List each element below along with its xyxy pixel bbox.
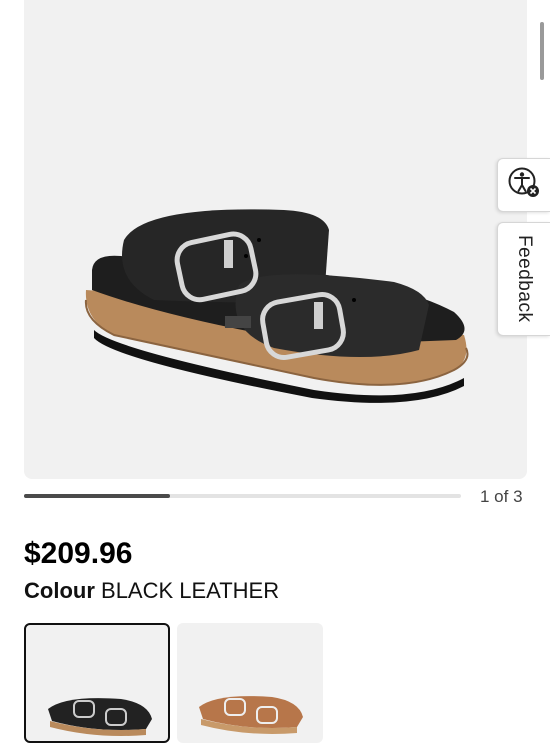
swatch-tan-suede[interactable] bbox=[177, 623, 323, 743]
product-price: $209.96 bbox=[24, 537, 133, 570]
swatch-black-leather[interactable] bbox=[24, 623, 170, 743]
sandal-illustration bbox=[84, 209, 469, 403]
accessibility-icon bbox=[507, 166, 541, 205]
feedback-label: Feedback bbox=[514, 235, 535, 323]
tan-sandal-thumbnail bbox=[199, 696, 303, 734]
page-scrollbar[interactable] bbox=[540, 22, 544, 80]
gallery-progress bbox=[24, 494, 461, 498]
product-image[interactable] bbox=[24, 0, 527, 479]
gallery-pager: 1 of 3 bbox=[480, 487, 523, 506]
colour-value: BLACK LEATHER bbox=[101, 578, 280, 603]
gallery-progress-fill bbox=[24, 494, 170, 498]
feedback-tab[interactable]: Feedback bbox=[497, 222, 550, 336]
black-sandal-thumbnail bbox=[48, 698, 152, 736]
accessibility-tab[interactable] bbox=[497, 158, 550, 212]
colour-row: Colour BLACK LEATHER bbox=[24, 578, 279, 604]
colour-label: Colour bbox=[24, 578, 95, 603]
